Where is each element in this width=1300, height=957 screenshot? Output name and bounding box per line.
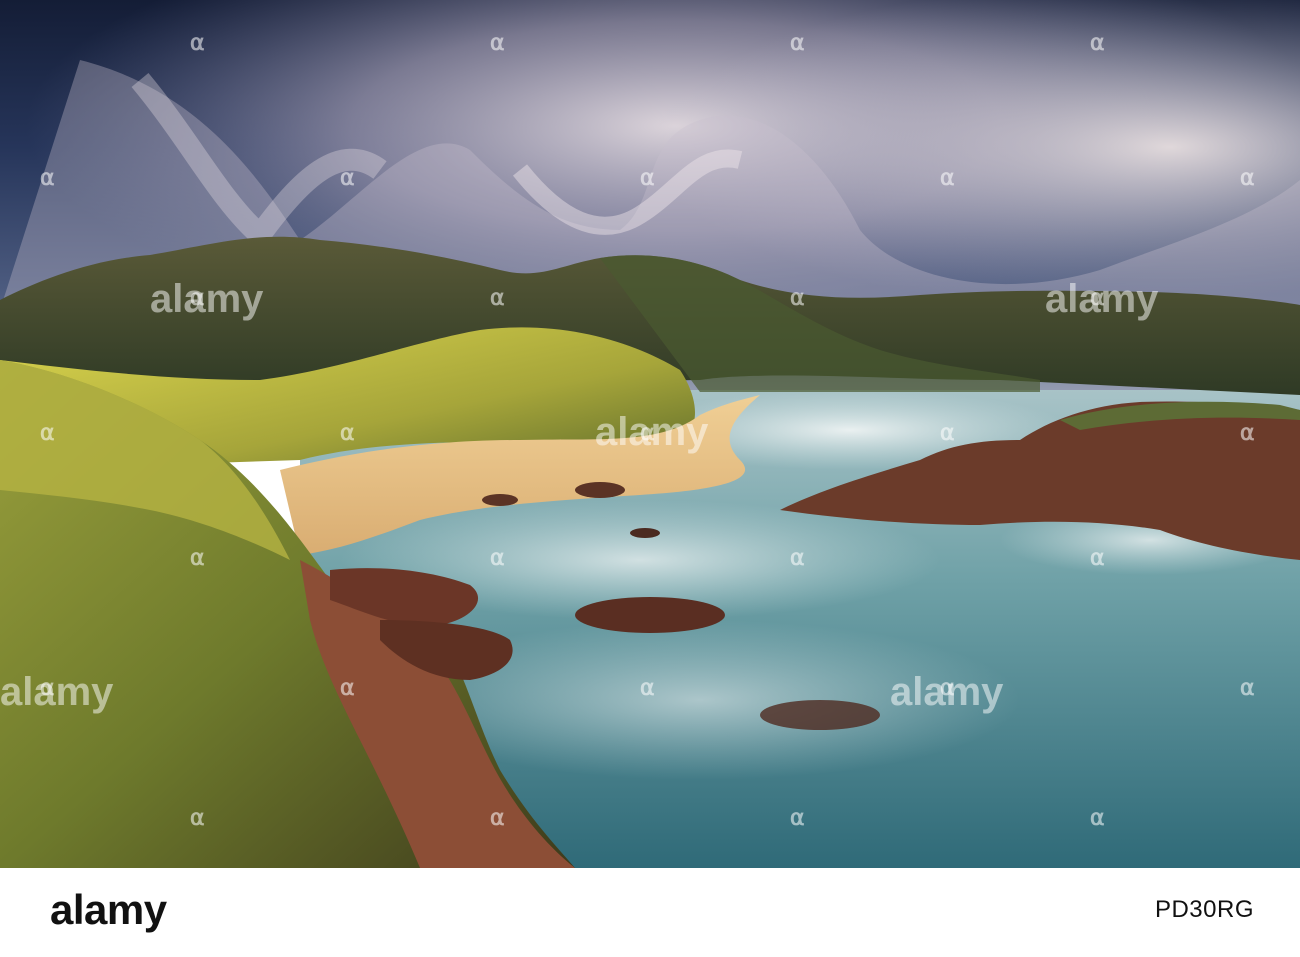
landscape-photo: ⍺ ⍺ ⍺ ⍺ ⍺ ⍺ ⍺ ⍺ ⍺ ⍺ ⍺ ⍺ ⍺ ⍺ ⍺ ⍺ ⍺ ⍺ ⍺ ⍺ ⍺ ⍺ ⍺ ⍺ ⍺ ⍺ ⍺ ⍺ ⍺ ⍺ ⍺ al… [0, 0, 1300, 868]
svg-text:⍺: ⍺ [490, 30, 505, 55]
svg-text:⍺: ⍺ [1090, 30, 1105, 55]
svg-text:⍺: ⍺ [490, 805, 505, 830]
alamy-logo: alamy [50, 886, 167, 934]
svg-text:⍺: ⍺ [190, 545, 205, 570]
svg-text:⍺: ⍺ [640, 165, 655, 190]
svg-text:⍺: ⍺ [640, 675, 655, 700]
image-id-label: PD30RG [1154, 896, 1254, 923]
svg-text:⍺: ⍺ [340, 165, 355, 190]
svg-text:alamy: alamy [1045, 277, 1159, 321]
svg-text:⍺: ⍺ [1090, 805, 1105, 830]
svg-text:⍺: ⍺ [1240, 675, 1255, 700]
footer-logo-text: alamy [50, 886, 167, 933]
svg-text:alamy: alamy [595, 410, 709, 454]
svg-text:⍺: ⍺ [790, 545, 805, 570]
svg-text:⍺: ⍺ [790, 805, 805, 830]
svg-text:⍺: ⍺ [40, 420, 55, 445]
svg-text:⍺: ⍺ [190, 805, 205, 830]
svg-text:⍺: ⍺ [1090, 545, 1105, 570]
svg-text:⍺: ⍺ [490, 285, 505, 310]
svg-text:⍺: ⍺ [790, 30, 805, 55]
svg-text:⍺: ⍺ [1240, 420, 1255, 445]
svg-text:⍺: ⍺ [940, 165, 955, 190]
svg-text:⍺: ⍺ [340, 675, 355, 700]
svg-text:⍺: ⍺ [790, 285, 805, 310]
svg-text:⍺: ⍺ [940, 420, 955, 445]
svg-text:alamy: alamy [890, 670, 1004, 714]
footer-bar [0, 868, 1300, 957]
svg-text:alamy: alamy [0, 670, 114, 714]
svg-text:alamy: alamy [150, 277, 264, 321]
svg-text:⍺: ⍺ [190, 30, 205, 55]
svg-text:⍺: ⍺ [490, 545, 505, 570]
svg-text:⍺: ⍺ [340, 420, 355, 445]
svg-text:⍺: ⍺ [40, 165, 55, 190]
svg-text:⍺: ⍺ [1240, 165, 1255, 190]
